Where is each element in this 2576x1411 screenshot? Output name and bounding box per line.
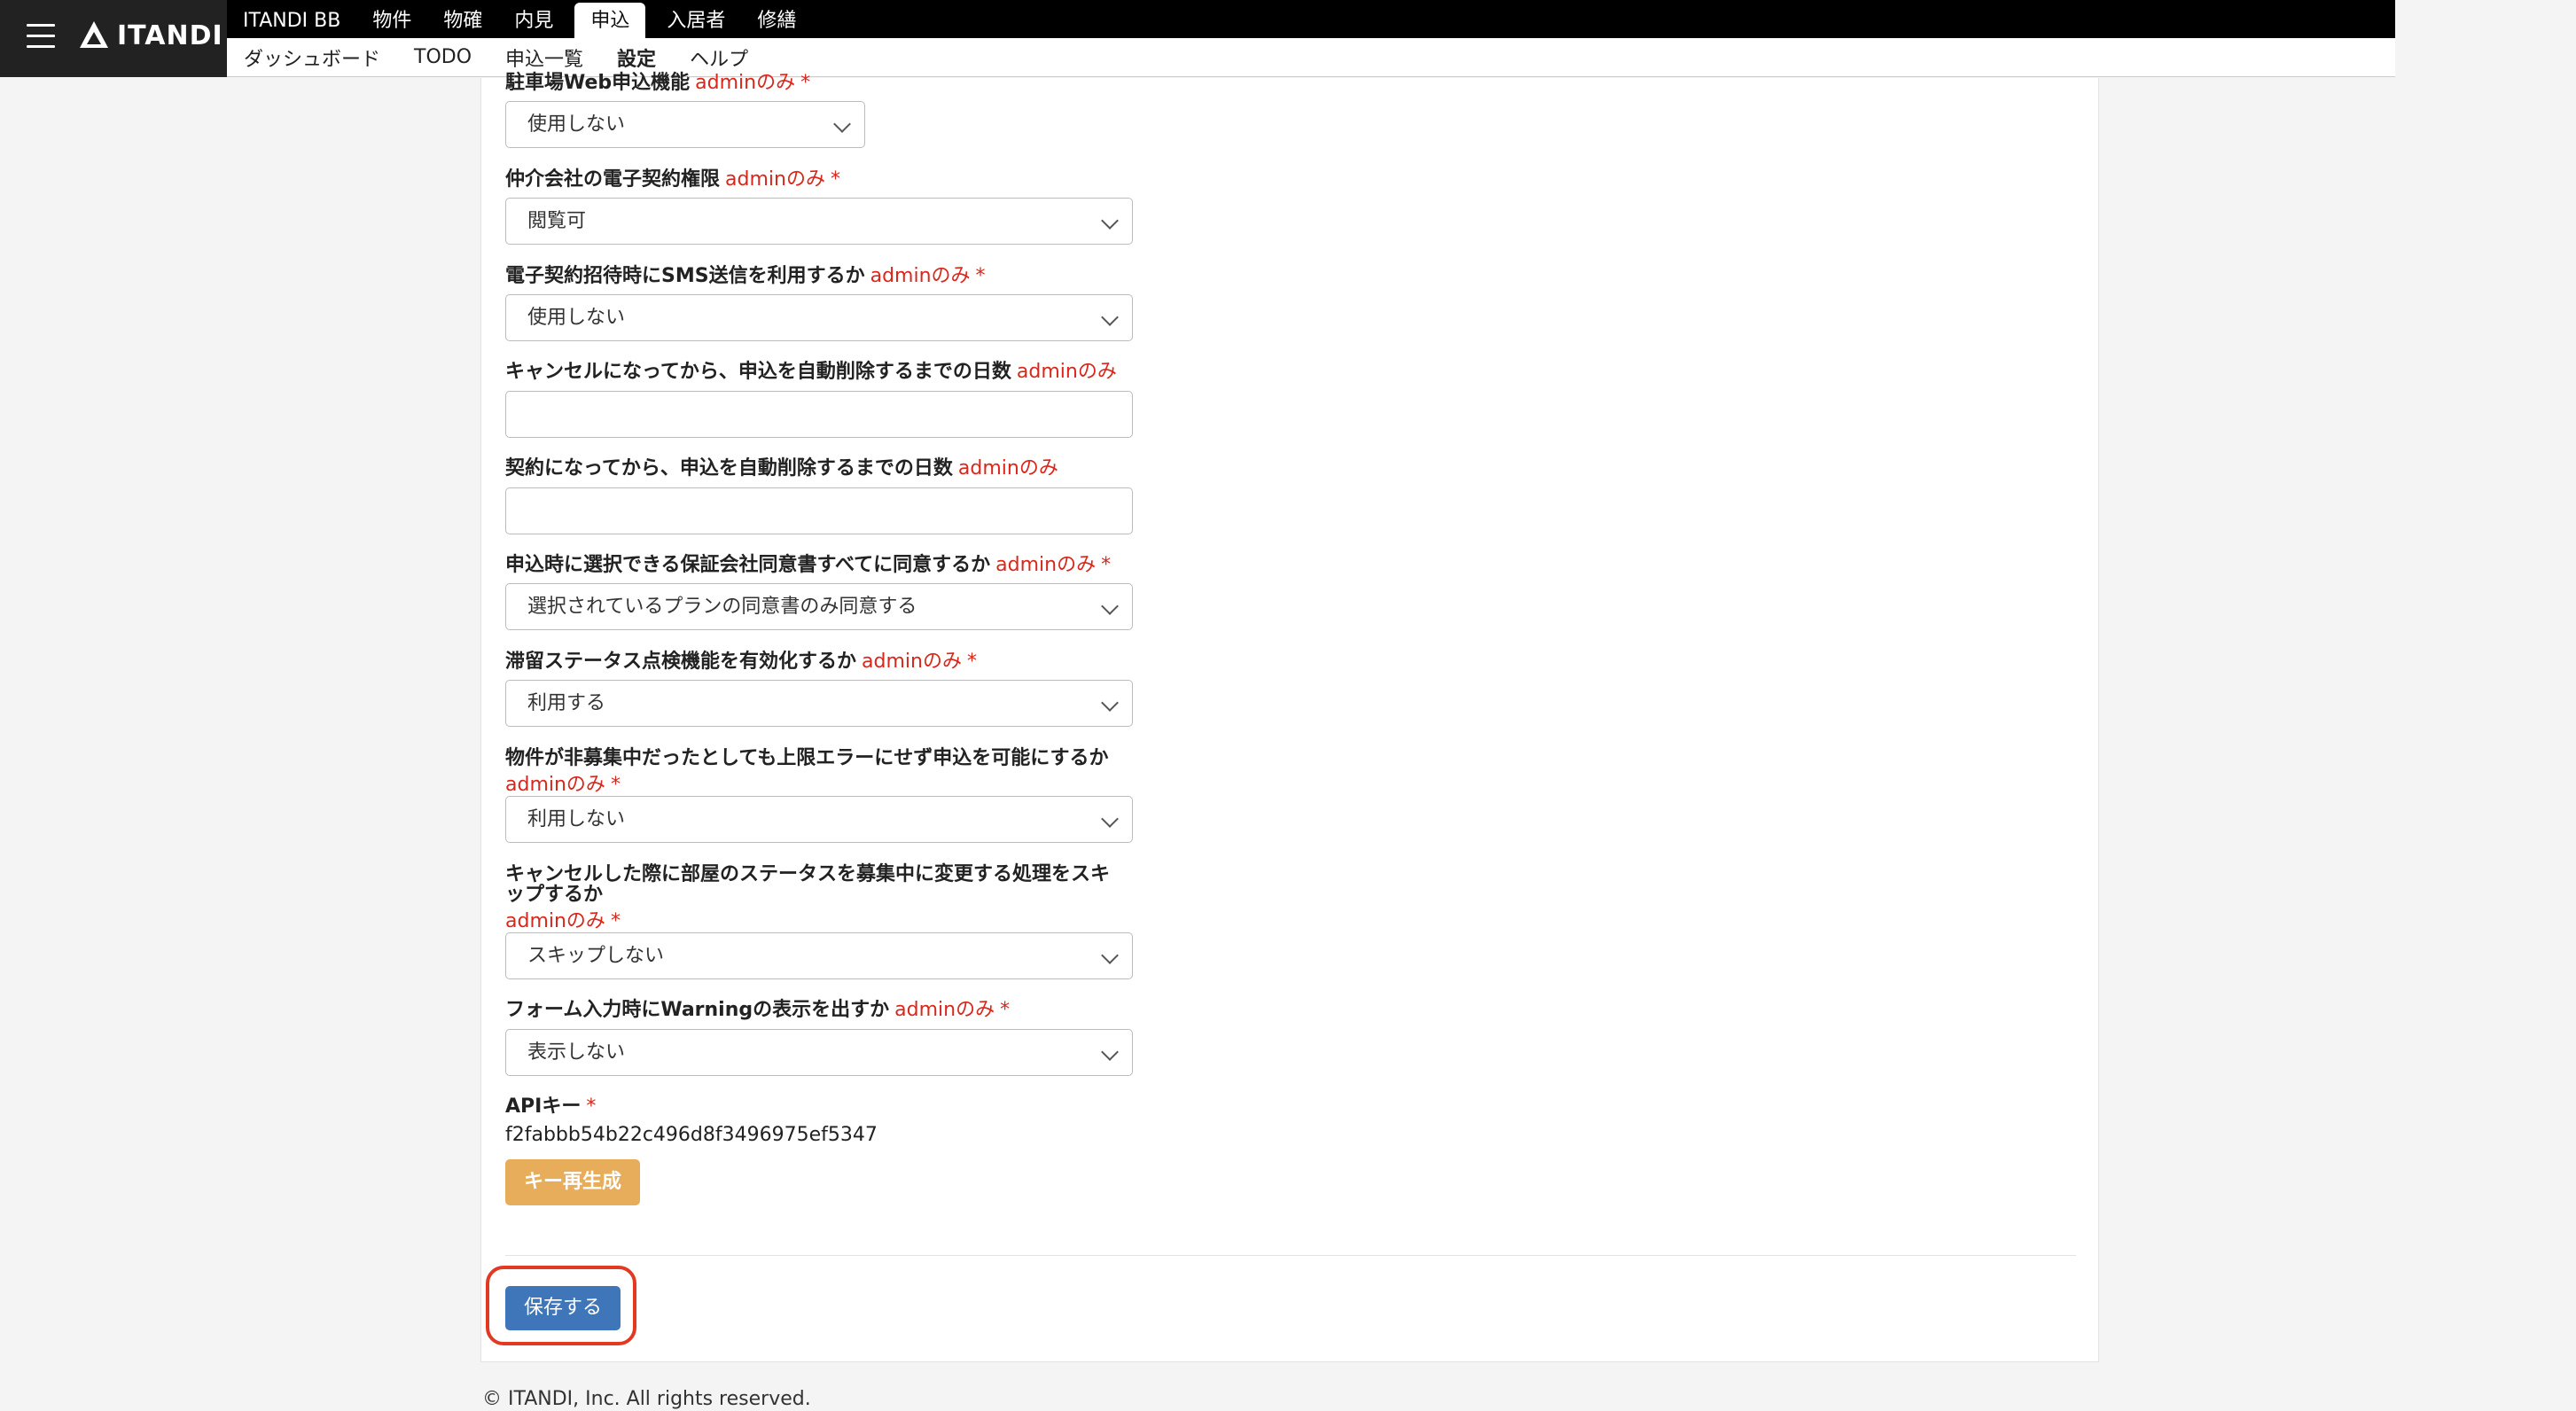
main-nav-viewing[interactable]: 内見	[498, 3, 569, 38]
skip-status-label-line2: ップするか	[505, 884, 603, 907]
api-key-label: APIキー *	[505, 1095, 596, 1119]
sub-nav-help[interactable]: ヘルプ	[673, 43, 765, 72]
sms-label-text: 電子契約招待時にSMS送信を利用するか	[505, 265, 865, 287]
stagnation-select[interactable]: 利用する	[505, 680, 1133, 727]
guarantee-select[interactable]: 選択されているプランの同意書のみ同意する	[505, 583, 1133, 630]
api-key-label-text: APIキー	[505, 1095, 582, 1118]
api-key-value: f2fabbb54b22c496d8f3496975ef5347	[505, 1124, 878, 1146]
admin-only-tag: adminのみ	[725, 168, 825, 191]
limit-error-value: 利用しない	[527, 808, 626, 830]
parking-web-value: 使用しない	[527, 113, 626, 136]
sub-nav-settings[interactable]: 設定	[600, 43, 673, 72]
econtract-select[interactable]: 閲覧可	[505, 198, 1133, 245]
required-mark: *	[586, 1095, 597, 1118]
chevron-down-icon	[1101, 947, 1119, 964]
sms-label: 電子契約招待時にSMS送信を利用するか adminのみ *	[505, 265, 986, 288]
hamburger-menu-icon[interactable]	[27, 24, 55, 51]
main-nav-repairs[interactable]: 修繕	[741, 3, 812, 38]
skip-status-select[interactable]: スキップしない	[505, 932, 1133, 979]
cancel-days-input[interactable]	[505, 391, 1133, 438]
required-mark: *	[966, 651, 977, 673]
limit-error-select[interactable]: 利用しない	[505, 796, 1133, 843]
chevron-down-icon	[1101, 810, 1119, 828]
regenerate-key-button[interactable]: キー再生成	[505, 1159, 640, 1205]
admin-only-tag: adminのみ	[505, 774, 605, 796]
chevron-down-icon	[1101, 694, 1119, 712]
required-mark: *	[800, 72, 811, 94]
chevron-down-icon	[1101, 1043, 1119, 1061]
main-nav-itandi-bb[interactable]: ITANDI BB	[227, 3, 356, 38]
sms-value: 使用しない	[527, 307, 626, 329]
stagnation-value: 利用する	[527, 692, 606, 714]
warning-label-text: フォーム入力時にWarningの表示を出すか	[505, 999, 890, 1021]
sms-select[interactable]: 使用しない	[505, 294, 1133, 341]
contract-days-label-text: 契約になってから、申込を自動削除するまでの日数	[505, 457, 953, 479]
main-nav-application[interactable]: 申込	[574, 3, 646, 38]
admin-only-tag: adminのみ	[894, 999, 995, 1021]
guarantee-value: 選択されているプランの同意書のみ同意する	[527, 596, 917, 618]
econtract-label: 仲介会社の電子契約権限 adminのみ *	[505, 168, 840, 191]
sub-nav-application-list[interactable]: 申込一覧	[488, 43, 600, 72]
required-mark: *	[975, 265, 986, 287]
admin-only-tag: adminのみ	[695, 72, 796, 94]
econtract-value: 閲覧可	[527, 210, 587, 232]
limit-error-admin-line: adminのみ *	[505, 774, 621, 797]
required-mark: *	[610, 774, 621, 796]
parking-web-label: 駐車場Web申込機能 adminのみ *	[505, 72, 810, 95]
admin-only-tag: adminのみ	[1016, 361, 1117, 383]
itandi-logo[interactable]: ITANDI	[78, 19, 223, 51]
skip-status-label-text-2: ップするか	[505, 884, 604, 906]
logo-text: ITANDI	[117, 19, 223, 51]
main-nav: ITANDI BB 物件 物確 内見 申込 入居者 修繕	[227, 0, 2395, 38]
limit-error-label: 物件が非募集中だったとしても上限エラーにせず申込を可能にするか	[505, 747, 1108, 770]
required-mark: *	[830, 168, 840, 191]
stagnation-label-text: 滞留ステータス点検機能を有効化するか	[505, 651, 857, 673]
warning-value: 表示しない	[527, 1041, 626, 1064]
admin-only-tag: adminのみ	[505, 910, 605, 932]
sub-nav-dashboard[interactable]: ダッシュボード	[227, 43, 397, 72]
admin-only-tag: adminのみ	[870, 265, 971, 287]
brand-bar: ITANDI	[0, 0, 227, 77]
admin-only-tag: adminのみ	[995, 554, 1097, 576]
sub-nav-todo[interactable]: TODO	[397, 46, 488, 68]
required-mark: *	[610, 910, 621, 932]
skip-status-admin-line: adminのみ *	[505, 910, 621, 933]
econtract-label-text: 仲介会社の電子契約権限	[505, 168, 721, 191]
chevron-down-icon	[833, 115, 851, 133]
guarantee-label-text: 申込時に選択できる保証会社同意書すべてに同意するか	[505, 554, 991, 576]
chevron-down-icon	[1101, 308, 1119, 326]
main-nav-properties[interactable]: 物件	[356, 3, 427, 38]
required-mark: *	[1000, 999, 1011, 1021]
footer-copyright: © ITANDI, Inc. All rights reserved.	[482, 1388, 811, 1410]
warning-label: フォーム入力時にWarningの表示を出すか adminのみ *	[505, 999, 1010, 1022]
main-nav-confirm[interactable]: 物確	[427, 3, 498, 38]
contract-days-input[interactable]	[505, 487, 1133, 534]
warning-select[interactable]: 表示しない	[505, 1029, 1133, 1076]
cancel-days-label-text: キャンセルになってから、申込を自動削除するまでの日数	[505, 361, 1011, 383]
chevron-down-icon	[1101, 212, 1119, 230]
chevron-down-icon	[1101, 597, 1119, 615]
parking-web-label-text: 駐車場Web申込機能	[505, 72, 691, 94]
guarantee-label: 申込時に選択できる保証会社同意書すべてに同意するか adminのみ *	[505, 554, 1111, 577]
skip-status-label-text: キャンセルした際に部屋のステータスを募集中に変更する処理をスキ	[505, 863, 1111, 885]
admin-only-tag: adminのみ	[957, 457, 1058, 479]
contract-days-label: 契約になってから、申込を自動削除するまでの日数 adminのみ	[505, 457, 1058, 480]
form-divider	[505, 1255, 2076, 1256]
limit-error-label-text: 物件が非募集中だったとしても上限エラーにせず申込を可能にするか	[505, 747, 1109, 769]
header-right-gap	[2395, 0, 2576, 77]
main-nav-tenants[interactable]: 入居者	[651, 3, 741, 38]
parking-web-select[interactable]: 使用しない	[505, 101, 865, 148]
cancel-days-label: キャンセルになってから、申込を自動削除するまでの日数 adminのみ	[505, 361, 1117, 384]
stagnation-label: 滞留ステータス点検機能を有効化するか adminのみ *	[505, 651, 977, 674]
skip-status-value: スキップしない	[527, 945, 665, 967]
itandi-logo-icon	[80, 21, 108, 48]
admin-only-tag: adminのみ	[862, 651, 962, 673]
save-button[interactable]: 保存する	[505, 1286, 621, 1330]
required-mark: *	[1101, 554, 1112, 576]
